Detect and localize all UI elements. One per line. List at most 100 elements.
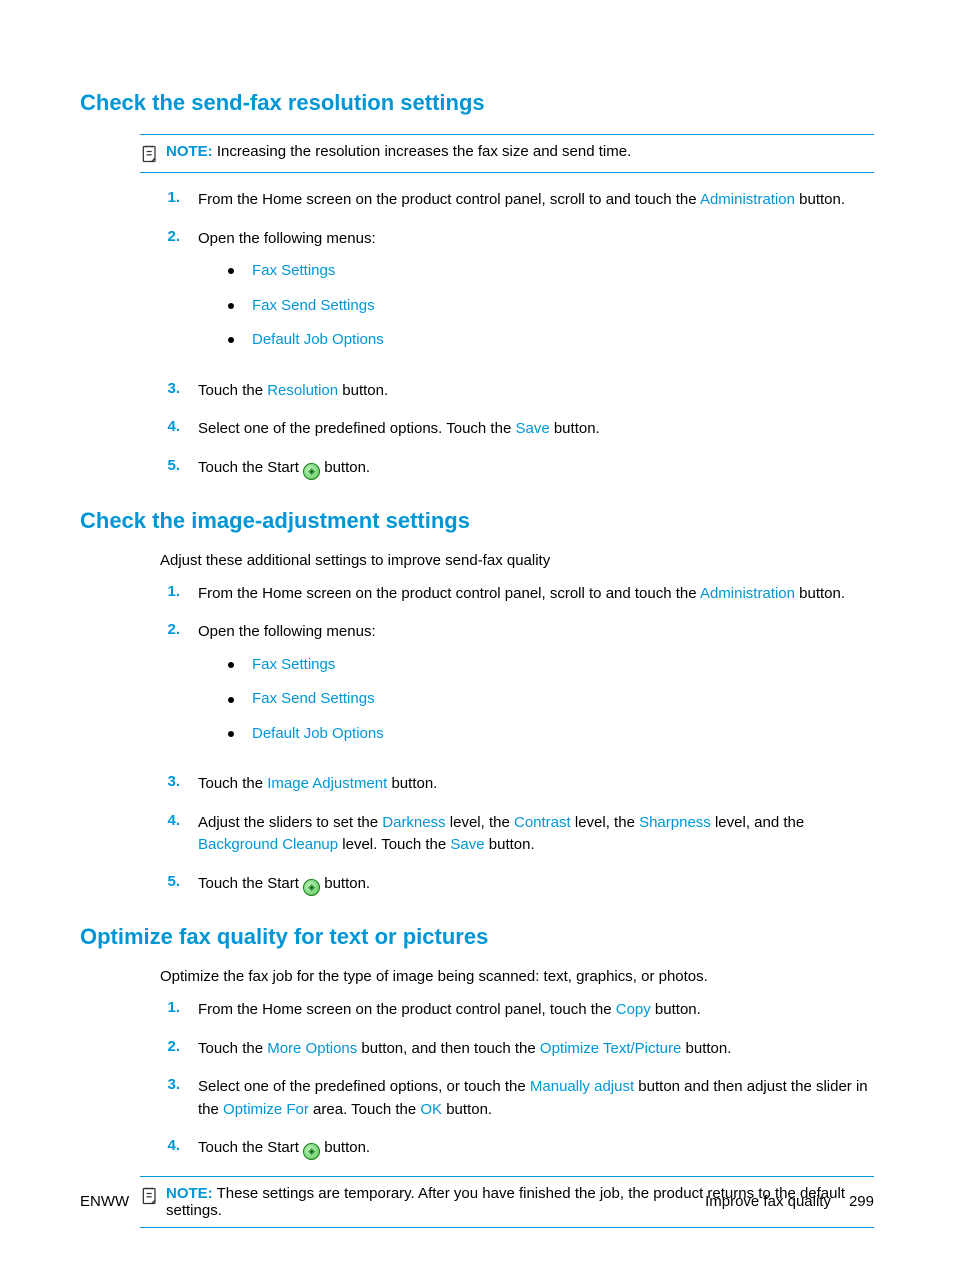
- note-text: Increasing the resolution increases the …: [217, 143, 631, 160]
- step-item: 4. Adjust the sliders to set the Darkness…: [160, 812, 874, 857]
- sub-list: Fax Settings Fax Send Settings Default Job…: [228, 260, 874, 352]
- step-item: 1. From the Home screen on the product co…: [160, 999, 874, 1022]
- note-label: NOTE:: [166, 143, 213, 160]
- ui-term: Manually adjust: [530, 1078, 634, 1095]
- step-number: 4.: [160, 1137, 180, 1154]
- ui-term: Resolution: [267, 382, 338, 399]
- section-intro: Adjust these additional settings to impr…: [160, 552, 874, 569]
- ui-term: Fax Send Settings: [252, 295, 375, 318]
- step-number: 4.: [160, 418, 180, 435]
- step-number: 2.: [160, 621, 180, 638]
- sub-item: Default Job Options: [228, 329, 874, 352]
- section-heading: Check the image-adjustment settings: [80, 508, 874, 534]
- ui-term: More Options: [267, 1040, 357, 1057]
- step-body: Touch the Image Adjustment button.: [198, 773, 874, 796]
- section-heading: Check the send-fax resolution settings: [80, 90, 874, 116]
- step-body: Open the following menus:Fax SettingsFax…: [198, 228, 874, 364]
- sub-list: Fax Settings Fax Send Settings Default Job…: [228, 654, 874, 746]
- bullet-icon: [228, 697, 234, 703]
- step-item: 3. Touch the Resolution button.: [160, 380, 874, 403]
- ui-term: Save: [450, 836, 484, 853]
- step-number: 3.: [160, 380, 180, 397]
- sub-item: Fax Settings: [228, 654, 874, 677]
- step-number: 1.: [160, 583, 180, 600]
- step-number: 1.: [160, 999, 180, 1016]
- section-intro: Optimize the fax job for the type of ima…: [160, 968, 874, 985]
- start-icon: ◈: [303, 879, 320, 896]
- step-number: 3.: [160, 773, 180, 790]
- bullet-icon: [228, 662, 234, 668]
- step-item: 4. Select one of the predefined options. …: [160, 418, 874, 441]
- step-body: Select one of the predefined options. To…: [198, 418, 874, 441]
- ui-term: Copy: [616, 1001, 651, 1018]
- step-list: 1. From the Home screen on the product co…: [160, 189, 874, 480]
- ui-term: Fax Settings: [252, 260, 335, 283]
- bullet-icon: [228, 268, 234, 274]
- page-footer: ENWW Improve fax quality 299: [80, 1193, 874, 1210]
- ui-term: Sharpness: [639, 814, 711, 831]
- ui-term: Contrast: [514, 814, 571, 831]
- step-body: Select one of the predefined options, or…: [198, 1076, 874, 1121]
- ui-term: Darkness: [382, 814, 445, 831]
- step-body: Open the following menus:Fax SettingsFax…: [198, 621, 874, 757]
- start-icon: ◈: [303, 1143, 320, 1160]
- step-item: 2. Open the following menus:Fax SettingsF…: [160, 228, 874, 364]
- step-item: 5. Touch the Start ◈ button.: [160, 873, 874, 896]
- step-item: 2. Touch the More Options button, and the…: [160, 1038, 874, 1061]
- ui-term: OK: [420, 1101, 442, 1118]
- step-item: 3. Touch the Image Adjustment button.: [160, 773, 874, 796]
- ui-term: Optimize Text/Picture: [540, 1040, 681, 1057]
- bullet-icon: [228, 731, 234, 737]
- step-list: 1. From the Home screen on the product co…: [160, 999, 874, 1160]
- step-number: 5.: [160, 457, 180, 474]
- step-body: From the Home screen on the product cont…: [198, 189, 874, 212]
- ui-term: Fax Settings: [252, 654, 335, 677]
- step-item: 1. From the Home screen on the product co…: [160, 189, 874, 212]
- step-number: 1.: [160, 189, 180, 206]
- footer-left: ENWW: [80, 1193, 129, 1210]
- step-number: 2.: [160, 228, 180, 245]
- doc-section: Check the image-adjustment settings Adjus…: [80, 508, 874, 896]
- doc-section: Check the send-fax resolution settings NO…: [80, 90, 874, 480]
- ui-term: Optimize For: [223, 1101, 309, 1118]
- step-body: Touch the Start ◈ button.: [198, 873, 874, 896]
- ui-term: Save: [515, 420, 549, 437]
- step-body: Adjust the sliders to set the Darkness l…: [198, 812, 874, 857]
- bullet-icon: [228, 303, 234, 309]
- bullet-icon: [228, 337, 234, 343]
- ui-term: Administration: [700, 585, 795, 602]
- step-body: Touch the Resolution button.: [198, 380, 874, 403]
- ui-term: Background Cleanup: [198, 836, 338, 853]
- ui-term: Image Adjustment: [267, 775, 387, 792]
- step-item: 3. Select one of the predefined options, …: [160, 1076, 874, 1121]
- ui-term: Default Job Options: [252, 329, 384, 352]
- step-number: 5.: [160, 873, 180, 890]
- step-item: 1. From the Home screen on the product co…: [160, 583, 874, 606]
- step-body: From the Home screen on the product cont…: [198, 999, 874, 1022]
- step-body: From the Home screen on the product cont…: [198, 583, 874, 606]
- step-body: Touch the More Options button, and then …: [198, 1038, 874, 1061]
- ui-term: Administration: [700, 191, 795, 208]
- footer-section-title: Improve fax quality: [705, 1193, 831, 1210]
- step-item: 2. Open the following menus:Fax SettingsF…: [160, 621, 874, 757]
- step-number: 2.: [160, 1038, 180, 1055]
- sub-item: Fax Send Settings: [228, 688, 874, 711]
- footer-page-number: 299: [849, 1193, 874, 1210]
- ui-term: Default Job Options: [252, 723, 384, 746]
- step-list: 1. From the Home screen on the product co…: [160, 583, 874, 896]
- sub-item: Fax Settings: [228, 260, 874, 283]
- step-number: 4.: [160, 812, 180, 829]
- start-icon: ◈: [303, 463, 320, 480]
- sub-item: Default Job Options: [228, 723, 874, 746]
- note-icon: [140, 144, 160, 164]
- step-item: 4. Touch the Start ◈ button.: [160, 1137, 874, 1160]
- ui-term: Fax Send Settings: [252, 688, 375, 711]
- note-callout: NOTE: Increasing the resolution increase…: [140, 134, 874, 173]
- step-body: Touch the Start ◈ button.: [198, 1137, 874, 1160]
- step-item: 5. Touch the Start ◈ button.: [160, 457, 874, 480]
- doc-section: Optimize fax quality for text or picture…: [80, 924, 874, 1228]
- sub-item: Fax Send Settings: [228, 295, 874, 318]
- step-number: 3.: [160, 1076, 180, 1093]
- section-heading: Optimize fax quality for text or picture…: [80, 924, 874, 950]
- step-body: Touch the Start ◈ button.: [198, 457, 874, 480]
